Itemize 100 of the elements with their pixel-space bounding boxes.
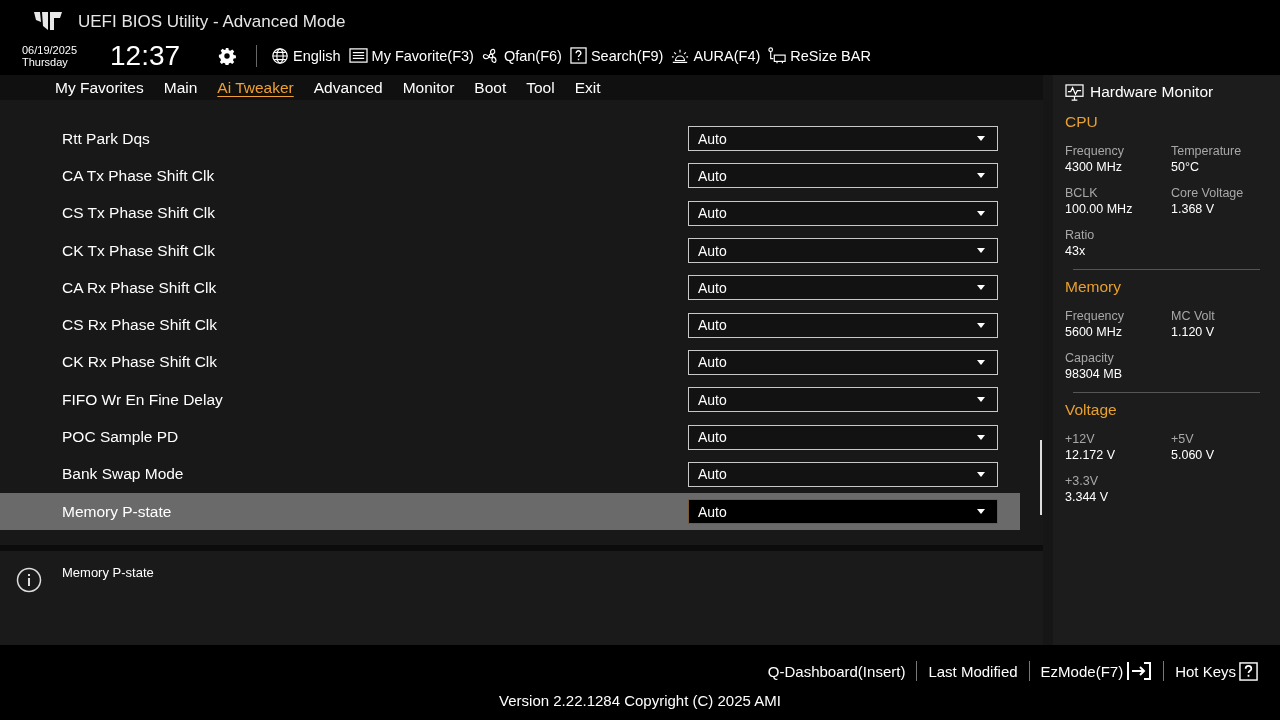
toolbar-button[interactable]: Search(F9) — [565, 47, 668, 65]
date-text: 06/19/2025 — [22, 43, 79, 56]
reading-label: Temperature — [1171, 144, 1243, 158]
reading-value: 100.00 MHz — [1065, 202, 1134, 216]
footer-button[interactable]: Last Modified — [928, 662, 1018, 680]
help-icon — [569, 47, 587, 65]
reading-label: MC Volt — [1171, 309, 1216, 323]
window-title: UEFI BIOS Utility - Advanced Mode — [78, 11, 346, 32]
reading-value: 1.368 V — [1171, 202, 1216, 216]
toolbar-button[interactable]: English — [267, 46, 345, 65]
setting-label: Rtt Park Dqs — [62, 129, 150, 148]
setting-row[interactable]: CS Rx Phase Shift Clk Auto — [0, 306, 1020, 344]
card-icon — [768, 46, 787, 65]
clock-time: 12:37 — [110, 39, 182, 72]
reading-value: 1.120 V — [1171, 325, 1216, 339]
dropdown[interactable]: Auto — [688, 238, 998, 264]
reading-value: 98304 MB — [1065, 367, 1123, 381]
setting-row[interactable]: CK Rx Phase Shift Clk Auto — [0, 343, 1020, 382]
reading-label: Capacity — [1065, 351, 1115, 365]
globe-icon — [271, 46, 289, 65]
caret-icon — [977, 248, 985, 254]
dropdown[interactable]: Auto — [688, 349, 998, 375]
setting-label: CA Tx Phase Shift Clk — [62, 166, 215, 185]
reading-value: 12.172 V — [1065, 448, 1117, 462]
menu-tab[interactable]: My Favorites — [48, 78, 151, 97]
toolbar-button[interactable]: My Favorite(F3) — [344, 47, 478, 65]
menu-tab[interactable]: Exit — [567, 78, 608, 97]
reading-value: 4300 MHz — [1065, 160, 1123, 174]
selected-setting-row[interactable]: Memory P-state Auto — [0, 492, 1020, 531]
dropdown[interactable]: Auto — [688, 126, 998, 152]
caret-icon — [977, 471, 985, 477]
caret-icon — [977, 173, 985, 179]
menu-tab[interactable]: Main — [156, 78, 205, 97]
exit-icon — [1126, 661, 1153, 681]
menu-tab[interactable]: Tool — [519, 78, 562, 97]
caret-icon — [977, 210, 985, 216]
caret-icon — [977, 359, 985, 365]
settings-icon — [218, 46, 236, 65]
help-icon — [1239, 661, 1258, 681]
setting-row[interactable]: FIFO Wr En Fine Delay Auto — [0, 381, 1020, 419]
day-text: Thursday — [22, 55, 69, 68]
setting-label: POC Sample PD — [62, 428, 179, 446]
section-title: Memory — [1065, 278, 1122, 296]
monitor-icon — [1065, 83, 1084, 101]
dropdown[interactable]: Auto — [688, 461, 998, 487]
setting-row[interactable]: CS Tx Phase Shift Clk Auto — [0, 194, 1020, 232]
dropdown[interactable]: Auto — [688, 312, 998, 338]
fan-icon — [481, 46, 500, 65]
reading-label: Core Voltage — [1171, 186, 1245, 200]
dropdown[interactable]: Auto — [688, 163, 998, 189]
reading-label: Frequency — [1065, 144, 1126, 158]
menu-tab[interactable]: Ai Tweaker — [210, 78, 301, 97]
setting-label: CS Rx Phase Shift Clk — [62, 316, 218, 335]
reading-value: 3.344 V — [1065, 490, 1110, 504]
setting-row[interactable]: Bank Swap Mode Auto — [0, 455, 1020, 493]
list-icon — [348, 47, 368, 65]
reading-label: Frequency — [1065, 309, 1126, 323]
reading-value: 5600 MHz — [1065, 325, 1123, 339]
setting-label: CA Rx Phase Shift Clk — [62, 278, 217, 297]
footer-button[interactable]: Q-Dashboard(Insert) — [767, 662, 906, 680]
setting-row[interactable]: POC Sample PD Auto — [0, 418, 1020, 456]
setting-row[interactable]: CA Rx Phase Shift Clk Auto — [0, 269, 1020, 307]
reading-label: +12V — [1065, 432, 1096, 446]
dropdown[interactable]: Auto — [688, 499, 998, 525]
info-icon — [16, 567, 42, 593]
toolbar-button[interactable]: AURA(F4) — [667, 46, 765, 65]
menu-tab[interactable]: Boot — [467, 78, 514, 97]
dropdown[interactable]: Auto — [688, 200, 998, 226]
setting-row[interactable]: CK Tx Phase Shift Clk Auto — [0, 231, 1020, 270]
toolbar-button[interactable]: Qfan(F6) — [477, 46, 566, 65]
panel-title: Hardware Monitor — [1090, 83, 1214, 101]
reading-label: +5V — [1171, 432, 1195, 446]
footer-button[interactable]: Hot Keys — [1175, 661, 1258, 681]
menu-tab[interactable]: Advanced — [306, 78, 390, 97]
reading-value: 50°C — [1171, 160, 1200, 174]
setting-label: CS Tx Phase Shift Clk — [62, 204, 216, 223]
dropdown[interactable]: Auto — [688, 424, 998, 450]
dropdown[interactable]: Auto — [688, 275, 998, 301]
setting-label: CK Tx Phase Shift Clk — [62, 241, 216, 260]
setting-row[interactable]: Rtt Park Dqs Auto — [0, 120, 1020, 158]
setting-label: Memory P-state — [62, 502, 172, 521]
reading-label: Ratio — [1065, 228, 1096, 242]
section-title: CPU — [1065, 113, 1099, 131]
version-text: Version 2.22.1284 Copyright (C) 2025 AMI — [499, 692, 781, 709]
setting-label: CK Rx Phase Shift Clk — [62, 353, 218, 372]
caret-icon — [977, 434, 985, 440]
caret-icon — [977, 136, 985, 142]
footer-button[interactable]: EzMode(F7) — [1040, 661, 1153, 681]
caret-icon — [977, 397, 985, 403]
setting-row[interactable]: CA Tx Phase Shift Clk Auto — [0, 157, 1020, 195]
help-text: Memory P-state — [62, 565, 154, 580]
dropdown[interactable]: Auto — [688, 387, 998, 413]
setting-label: Bank Swap Mode — [62, 465, 184, 484]
menu-tab[interactable]: Monitor — [395, 78, 462, 97]
reading-label: BCLK — [1065, 186, 1099, 200]
toolbar-button[interactable]: ReSize BAR — [764, 46, 875, 65]
reading-value: 43x — [1065, 244, 1087, 258]
setting-label: FIFO Wr En Fine Delay — [62, 390, 223, 409]
section-title: Voltage — [1065, 401, 1118, 419]
caret-icon — [977, 285, 985, 291]
